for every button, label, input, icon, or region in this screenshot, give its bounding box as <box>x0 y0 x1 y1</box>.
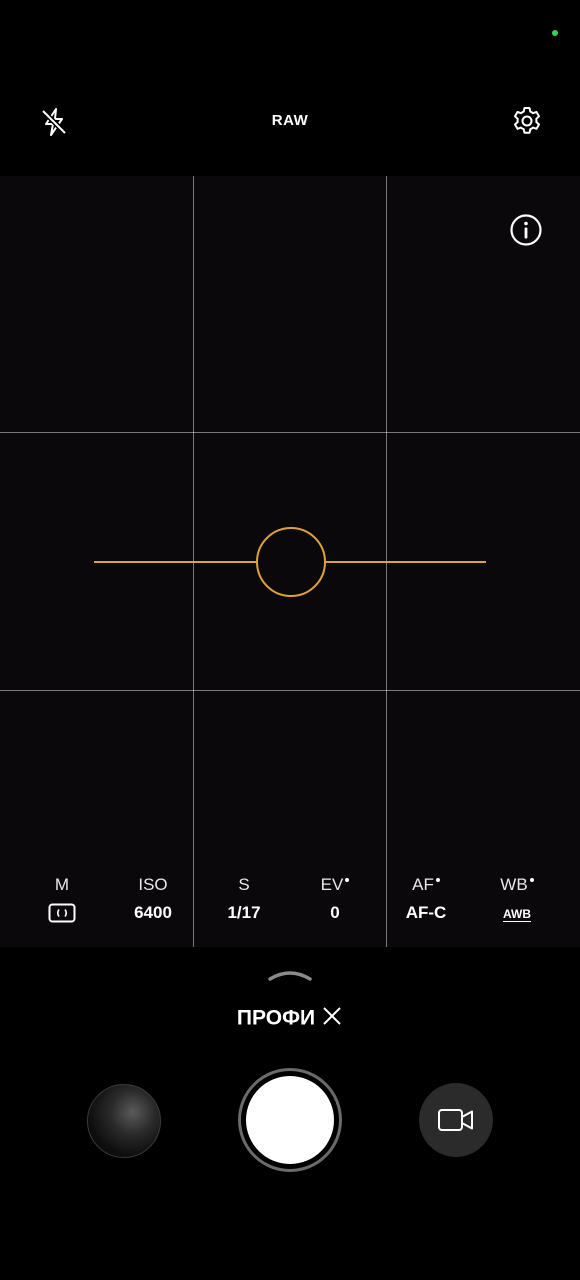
white-balance-value: AWB <box>503 907 531 921</box>
ev-value: 0 <box>330 903 340 922</box>
ev-control[interactable]: EV 0 <box>290 872 380 928</box>
metering-icon <box>48 903 76 923</box>
focus-value: AF-C <box>405 903 447 922</box>
viewfinder[interactable]: M ISO 6400 S 1/17 EV 0 AF AF-C WB AWB <box>0 176 580 947</box>
mode-label: ПРОФИ <box>236 1006 316 1030</box>
bottom-panel: ПРОФИ <box>0 947 580 1280</box>
white-balance-value-wrap: AWB <box>472 898 562 928</box>
ev-label: EV <box>320 875 344 894</box>
grid-line <box>0 432 580 433</box>
horizontal-level-line <box>94 561 256 563</box>
pro-controls-bar: M ISO 6400 S 1/17 EV 0 AF AF-C WB AWB <box>0 872 580 942</box>
white-balance-indicator-dot <box>529 878 534 882</box>
focus-label: AF <box>412 875 434 894</box>
flash-off-icon <box>41 108 67 136</box>
gallery-thumbnail[interactable] <box>87 1084 161 1158</box>
info-button[interactable] <box>508 212 544 248</box>
horizontal-level-line <box>324 561 486 563</box>
white-balance-label: WB <box>500 875 528 894</box>
shutter-button-inner <box>246 1076 334 1164</box>
metering-value <box>17 898 107 928</box>
shutter-speed-value: 1/17 <box>227 903 261 922</box>
camera-in-use-indicator <box>552 30 558 36</box>
top-bar: RAW <box>0 90 580 150</box>
iso-control[interactable]: ISO 6400 <box>108 872 198 928</box>
video-mode-button[interactable] <box>419 1083 493 1157</box>
close-icon <box>323 1007 341 1025</box>
shutter-button[interactable] <box>238 1068 342 1172</box>
focus-label-wrap: AF <box>381 872 471 898</box>
info-icon <box>510 214 542 246</box>
grid-line <box>0 690 580 691</box>
close-mode-button[interactable] <box>321 1005 343 1032</box>
white-balance-label-wrap: WB <box>472 872 562 898</box>
gear-icon <box>514 107 540 134</box>
metering-label: M <box>54 875 70 894</box>
chevron-up-icon[interactable] <box>266 967 314 983</box>
focus-control[interactable]: AF AF-C <box>381 872 471 928</box>
ev-indicator-dot <box>345 878 350 882</box>
metering-control[interactable]: M <box>17 872 107 928</box>
flash-off-button[interactable] <box>36 104 72 140</box>
iso-value: 6400 <box>134 903 172 922</box>
level-indicator-circle <box>256 527 326 597</box>
mode-row: ПРОФИ <box>0 1005 580 1032</box>
shutter-speed-label: S <box>238 875 250 894</box>
iso-label: ISO <box>138 875 168 894</box>
focus-indicator-dot <box>435 878 440 882</box>
settings-button[interactable] <box>508 102 546 140</box>
shutter-speed-control[interactable]: S 1/17 <box>199 872 289 928</box>
ev-label-wrap: EV <box>290 872 380 898</box>
video-camera-icon <box>438 1109 473 1131</box>
raw-format-label[interactable]: RAW <box>250 112 330 129</box>
white-balance-control[interactable]: WB AWB <box>472 872 562 928</box>
